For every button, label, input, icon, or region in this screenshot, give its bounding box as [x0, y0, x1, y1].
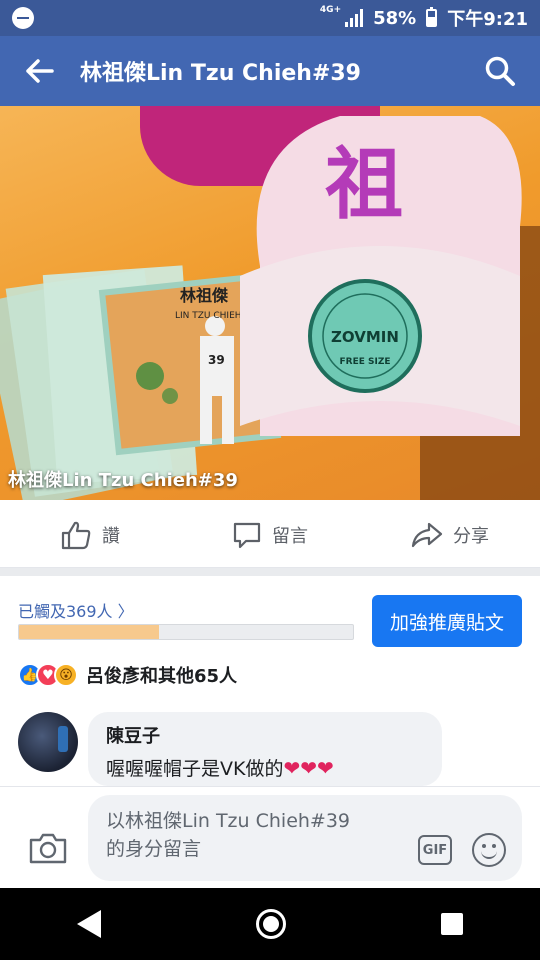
reactions-summary[interactable]: 👍 ♥ 😮 呂俊彥和其他65人	[18, 662, 237, 688]
share-label: 分享	[453, 525, 489, 547]
reach-progress-fill	[19, 625, 160, 639]
status-bar: 4G+ 58% 下午9:21	[0, 0, 540, 36]
nav-recents-icon[interactable]	[440, 913, 463, 935]
heart-emoji: ❤❤❤	[283, 756, 334, 780]
clock: 下午9:21	[447, 9, 528, 30]
gif-button[interactable]: GIF	[418, 835, 452, 865]
reach-progress-bar	[18, 624, 354, 640]
comment-label: 留言	[272, 525, 308, 547]
reactions-text: 呂俊彥和其他65人	[86, 666, 238, 687]
nav-home-icon[interactable]	[255, 909, 286, 939]
search-button[interactable]	[460, 36, 540, 106]
photo-caption: 林祖傑Lin Tzu Chieh#39	[8, 470, 238, 491]
network-type: 4G+	[319, 4, 342, 15]
do-not-disturb-icon	[12, 7, 34, 29]
emoji-icon[interactable]	[472, 833, 506, 867]
signal-icon	[345, 9, 364, 27]
back-arrow-icon	[26, 59, 54, 83]
battery-icon	[426, 7, 438, 27]
comment-icon	[233, 522, 261, 548]
post-actions: 讚 留言 分享	[0, 502, 540, 568]
comment-composer: 以林祖傑Lin Tzu Chieh#39 的身分留言 GIF	[0, 786, 540, 888]
section-divider	[0, 568, 540, 576]
battery-percent: 58%	[373, 7, 417, 29]
cap-character: 祖	[325, 139, 403, 230]
back-button[interactable]	[0, 36, 80, 106]
reach-link[interactable]: 已觸及369人 〉	[18, 598, 134, 622]
system-nav-bar	[0, 888, 540, 960]
patch-brand: ZOVMIN	[331, 328, 399, 346]
app-bar: 林祖傑Lin Tzu Chieh#39	[0, 36, 540, 106]
commenter-name[interactable]: 陳豆子	[106, 722, 424, 748]
page-title: 林祖傑Lin Tzu Chieh#39	[80, 61, 361, 86]
baseball-cap-illustration: 祖 ZOVMIN FREE SIZE	[240, 116, 522, 436]
comment-bubble[interactable]: 陳豆子 喔喔喔帽子是VK做的❤❤❤	[88, 712, 442, 786]
nav-back-icon[interactable]	[77, 910, 102, 938]
comment-input[interactable]: 以林祖傑Lin Tzu Chieh#39 的身分留言	[88, 795, 522, 881]
like-label: 讚	[102, 525, 120, 547]
comment-button[interactable]: 留言	[180, 502, 360, 567]
comment-text: 喔喔喔帽子是VK做的❤❤❤	[106, 754, 424, 781]
share-icon	[411, 522, 443, 547]
comment-placeholder-line1: 以林祖傑Lin Tzu Chieh#39	[106, 810, 351, 832]
search-icon	[485, 56, 515, 86]
thumbs-up-icon	[61, 521, 91, 549]
post-photo[interactable]: 林祖傑 LIN TZU CHIEH 39 祖 ZOVMIN FREE SIZE …	[0, 106, 540, 500]
wow-reaction-icon: 😮	[54, 663, 78, 687]
commenter-avatar[interactable]	[18, 712, 78, 772]
share-button[interactable]: 分享	[360, 502, 540, 567]
camera-icon[interactable]	[28, 831, 68, 865]
like-button[interactable]: 讚	[0, 502, 180, 567]
patch-size: FREE SIZE	[339, 357, 390, 367]
boost-post-button[interactable]: 加強推廣貼文	[372, 595, 522, 647]
comment-body: 喔喔喔帽子是VK做的	[106, 758, 284, 780]
